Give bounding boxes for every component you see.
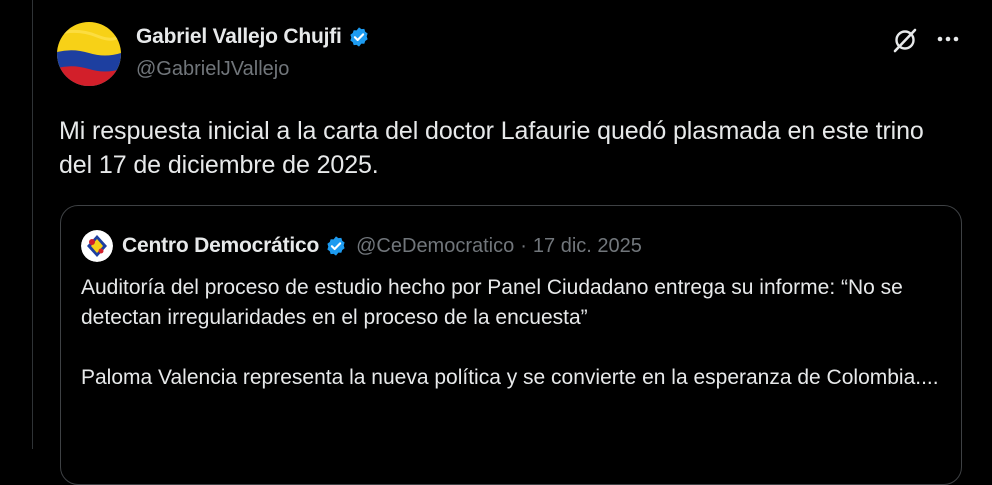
quoted-date: 17 dic. 2025 bbox=[532, 234, 642, 257]
tweet-text: Mi respuesta inicial a la carta del doct… bbox=[59, 117, 924, 179]
quoted-tweet-text: Auditoría del proceso de estudio hecho p… bbox=[81, 273, 951, 393]
quoted-paragraph-1: Auditoría del proceso de estudio hecho p… bbox=[81, 276, 903, 329]
quoted-author-handle: @CeDemocratico bbox=[356, 234, 515, 257]
colombia-flag-avatar-icon bbox=[57, 22, 121, 86]
quoted-author-name: Centro Democrático bbox=[122, 234, 320, 257]
grok-icon[interactable] bbox=[891, 26, 919, 59]
author-name[interactable]: Gabriel Vallejo Chujfi bbox=[136, 25, 342, 49]
author-avatar[interactable] bbox=[57, 22, 121, 86]
author-handle[interactable]: @GabrielJVallejo bbox=[136, 58, 289, 81]
quoted-tweet[interactable]: Centro Democrático @CeDemocratico · 17 d… bbox=[60, 205, 962, 485]
quoted-separator: · bbox=[520, 234, 527, 257]
tweet-card[interactable]: Gabriel Vallejo Chujfi @GabrielJVallejo … bbox=[32, 0, 992, 485]
quoted-verified-badge-icon bbox=[325, 235, 347, 257]
quoted-tweet-header: Centro Democrático @CeDemocratico · 17 d… bbox=[81, 230, 642, 262]
verified-badge-icon bbox=[348, 26, 370, 48]
quoted-paragraph-2: Paloma Valencia representa la nueva polí… bbox=[81, 366, 939, 389]
centro-democratico-logo-icon[interactable] bbox=[81, 230, 113, 262]
more-options-icon[interactable] bbox=[935, 26, 961, 57]
